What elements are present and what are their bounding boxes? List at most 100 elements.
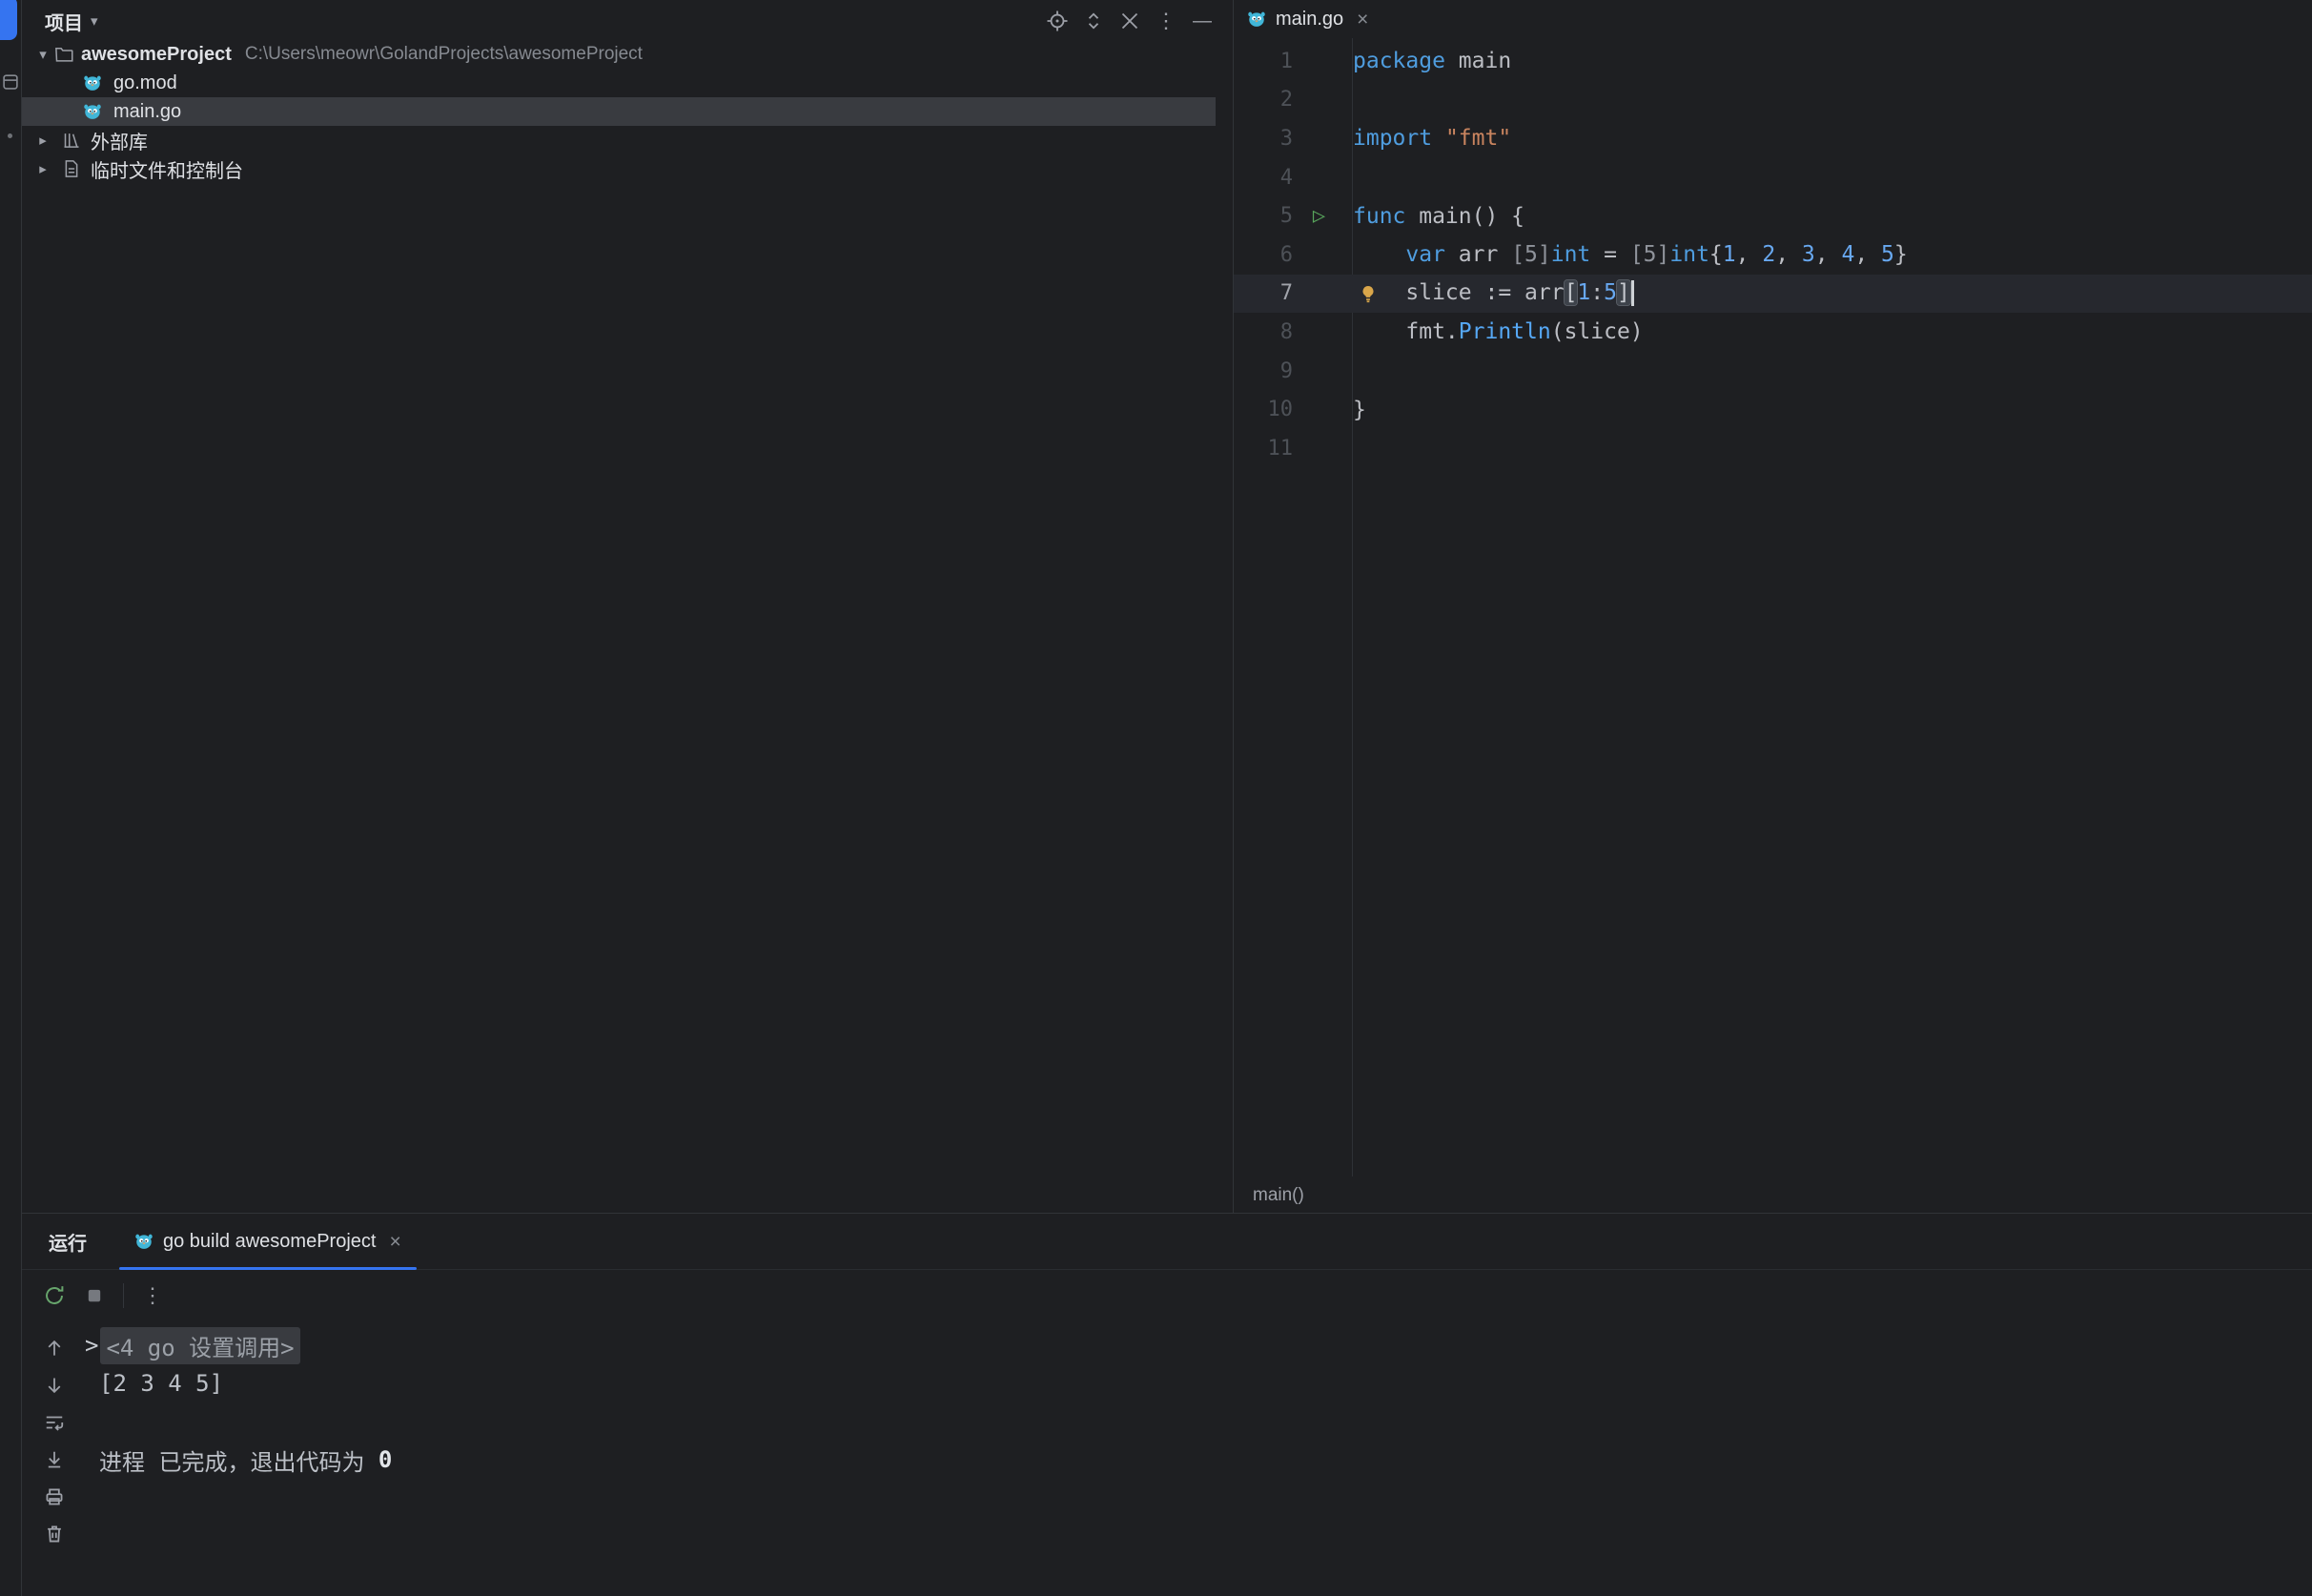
tab-label: main.go xyxy=(1276,9,1343,31)
go-file-icon xyxy=(1247,10,1266,29)
stop-icon[interactable] xyxy=(83,1284,106,1307)
tree-item-label: main.go xyxy=(113,101,181,123)
code-line[interactable]: 7 slice := arr[1:5] xyxy=(1234,275,2312,314)
chevron-right-icon[interactable]: ▸ xyxy=(31,132,54,149)
toolbar-separator xyxy=(123,1283,124,1308)
console: > <4 go 设置调用> [2 3 4 5] 进程 已完成，退出代码为 0 xyxy=(22,1321,2312,1596)
more-options-icon[interactable]: ⋮ xyxy=(141,1284,164,1307)
line-number[interactable]: 2 xyxy=(1234,88,1293,112)
code-text: fmt.Println(slice) xyxy=(1345,319,1644,344)
tab-main-go[interactable]: main.go × xyxy=(1234,0,1383,38)
go-file-icon xyxy=(134,1232,153,1251)
tree-row-project-root[interactable]: ▾ awesomeProject C:\Users\meowr\GolandPr… xyxy=(22,40,1233,69)
expand-nodes-icon[interactable] xyxy=(1082,10,1105,32)
tool-window-icon[interactable] xyxy=(1,72,20,92)
tree-row-scratches[interactable]: ▸ 临时文件和控制台 xyxy=(22,154,1233,183)
code-line[interactable]: 6 var arr [5]int = [5]int{1, 2, 3, 4, 5} xyxy=(1234,235,2312,275)
line-number[interactable]: 8 xyxy=(1234,320,1293,344)
tab-go-build[interactable]: go build awesomeProject × xyxy=(119,1214,417,1269)
code-line[interactable]: 5 ▷ func main() { xyxy=(1234,196,2312,235)
down-stack-trace-icon[interactable] xyxy=(43,1374,66,1397)
exit-code: 0 xyxy=(379,1446,392,1473)
gutter-marker xyxy=(1293,313,1345,352)
line-number[interactable]: 1 xyxy=(1234,50,1293,73)
gutter-marker xyxy=(1293,119,1345,158)
code-text: import "fmt" xyxy=(1345,126,1511,151)
chevron-down-icon[interactable]: ▾ xyxy=(31,46,54,63)
code-text: var arr [5]int = [5]int{1, 2, 3, 4, 5} xyxy=(1345,242,1908,267)
run-line-icon[interactable]: ▷ xyxy=(1313,206,1325,227)
project-root-name: awesomeProject xyxy=(81,44,232,66)
code-lines: 1package main 2 3 import "fmt" 4 5 ▷ func main(… xyxy=(1234,42,2312,468)
code-line[interactable]: 1package main xyxy=(1234,42,2312,81)
run-panel-title: 运行 xyxy=(49,1228,87,1256)
console-command-line: > <4 go 设置调用> xyxy=(85,1326,2293,1364)
run-tool-window: 运行 go build awesomeProject × xyxy=(22,1213,2312,1596)
gutter-marker xyxy=(1293,235,1345,275)
scratch-file-icon xyxy=(62,159,81,178)
console-stdout-line: [2 3 4 5] xyxy=(85,1364,2293,1402)
scroll-to-end-icon[interactable] xyxy=(43,1448,66,1471)
line-number[interactable]: 3 xyxy=(1234,127,1293,151)
rerun-icon[interactable] xyxy=(43,1284,66,1307)
project-panel-title: 项目 xyxy=(45,8,83,35)
gutter-marker xyxy=(1293,390,1345,429)
line-number[interactable]: 5 xyxy=(1234,204,1293,228)
code-line[interactable]: 9 xyxy=(1234,352,2312,391)
go-file-icon xyxy=(83,102,102,121)
chevron-down-icon[interactable]: ▾ xyxy=(91,12,98,30)
editor: main.go × 1package main 2 3 import "fmt" 4 5 ▷… xyxy=(1234,0,2312,1213)
intention-bulb-icon[interactable] xyxy=(1358,283,1379,304)
close-tab-icon[interactable]: × xyxy=(1357,10,1368,30)
code-line[interactable]: 2 xyxy=(1234,81,2312,120)
gutter-marker xyxy=(1293,81,1345,120)
project-tool-window-button[interactable] xyxy=(0,0,17,40)
code-line[interactable]: 11 xyxy=(1234,429,2312,468)
tree-row-go-mod[interactable]: go.mod xyxy=(22,69,1233,97)
line-number[interactable]: 11 xyxy=(1234,437,1293,460)
clear-console-icon[interactable] xyxy=(43,1523,66,1545)
locate-file-icon[interactable] xyxy=(1046,10,1069,32)
project-panel: 项目 ▾ ⋮ xyxy=(22,0,1234,1213)
line-number[interactable]: 9 xyxy=(1234,359,1293,383)
breadcrumb-item[interactable]: main() xyxy=(1253,1185,1304,1206)
tree-row-main-go[interactable]: main.go xyxy=(22,97,1216,126)
line-number[interactable]: 6 xyxy=(1234,243,1293,267)
soft-wrap-icon[interactable] xyxy=(43,1411,66,1434)
tree-row-external-libraries[interactable]: ▸ 外部库 xyxy=(22,126,1233,154)
gutter-marker xyxy=(1293,42,1345,81)
code-line[interactable]: 3 import "fmt" xyxy=(1234,119,2312,158)
folded-command[interactable]: <4 go 设置调用> xyxy=(100,1327,299,1364)
activity-bar-dot xyxy=(8,133,12,138)
text-caret xyxy=(1631,280,1634,306)
project-tree: ▾ awesomeProject C:\Users\meowr\GolandPr… xyxy=(22,40,1233,183)
collapse-all-icon[interactable] xyxy=(1118,10,1141,32)
hide-panel-icon[interactable]: — xyxy=(1191,10,1214,32)
code-line[interactable]: 10} xyxy=(1234,390,2312,429)
exit-message: 进程 已完成，退出代码为 xyxy=(99,1443,379,1477)
run-tab-bar: 运行 go build awesomeProject × xyxy=(22,1214,2312,1270)
run-tab-label: go build awesomeProject xyxy=(163,1231,376,1253)
code-text: slice := arr[1:5] xyxy=(1345,280,1634,306)
code-line[interactable]: 8 fmt.Println(slice) xyxy=(1234,313,2312,352)
run-toolbar: ⋮ xyxy=(22,1270,2312,1321)
more-options-icon[interactable]: ⋮ xyxy=(1155,10,1177,32)
print-icon[interactable] xyxy=(43,1485,66,1508)
code-text: func main() { xyxy=(1345,204,1524,229)
line-number[interactable]: 10 xyxy=(1234,398,1293,421)
line-number[interactable]: 7 xyxy=(1234,281,1293,305)
library-icon xyxy=(62,131,81,150)
up-stack-trace-icon[interactable] xyxy=(43,1337,66,1360)
breadcrumbs-bar: main() xyxy=(1234,1178,2312,1213)
tree-item-label: 临时文件和控制台 xyxy=(91,155,243,183)
active-tab-underline xyxy=(119,1267,417,1270)
line-number[interactable]: 4 xyxy=(1234,166,1293,190)
code-line[interactable]: 4 xyxy=(1234,158,2312,197)
console-prompt: > xyxy=(85,1332,98,1359)
close-run-tab-icon[interactable]: × xyxy=(389,1232,400,1252)
project-panel-header: 项目 ▾ ⋮ xyxy=(22,0,1233,42)
chevron-right-icon[interactable]: ▸ xyxy=(31,160,54,177)
code-text: } xyxy=(1345,398,1366,422)
console-exit-line: 进程 已完成，退出代码为 0 xyxy=(85,1441,2293,1479)
console-side-toolbar xyxy=(43,1337,66,1545)
